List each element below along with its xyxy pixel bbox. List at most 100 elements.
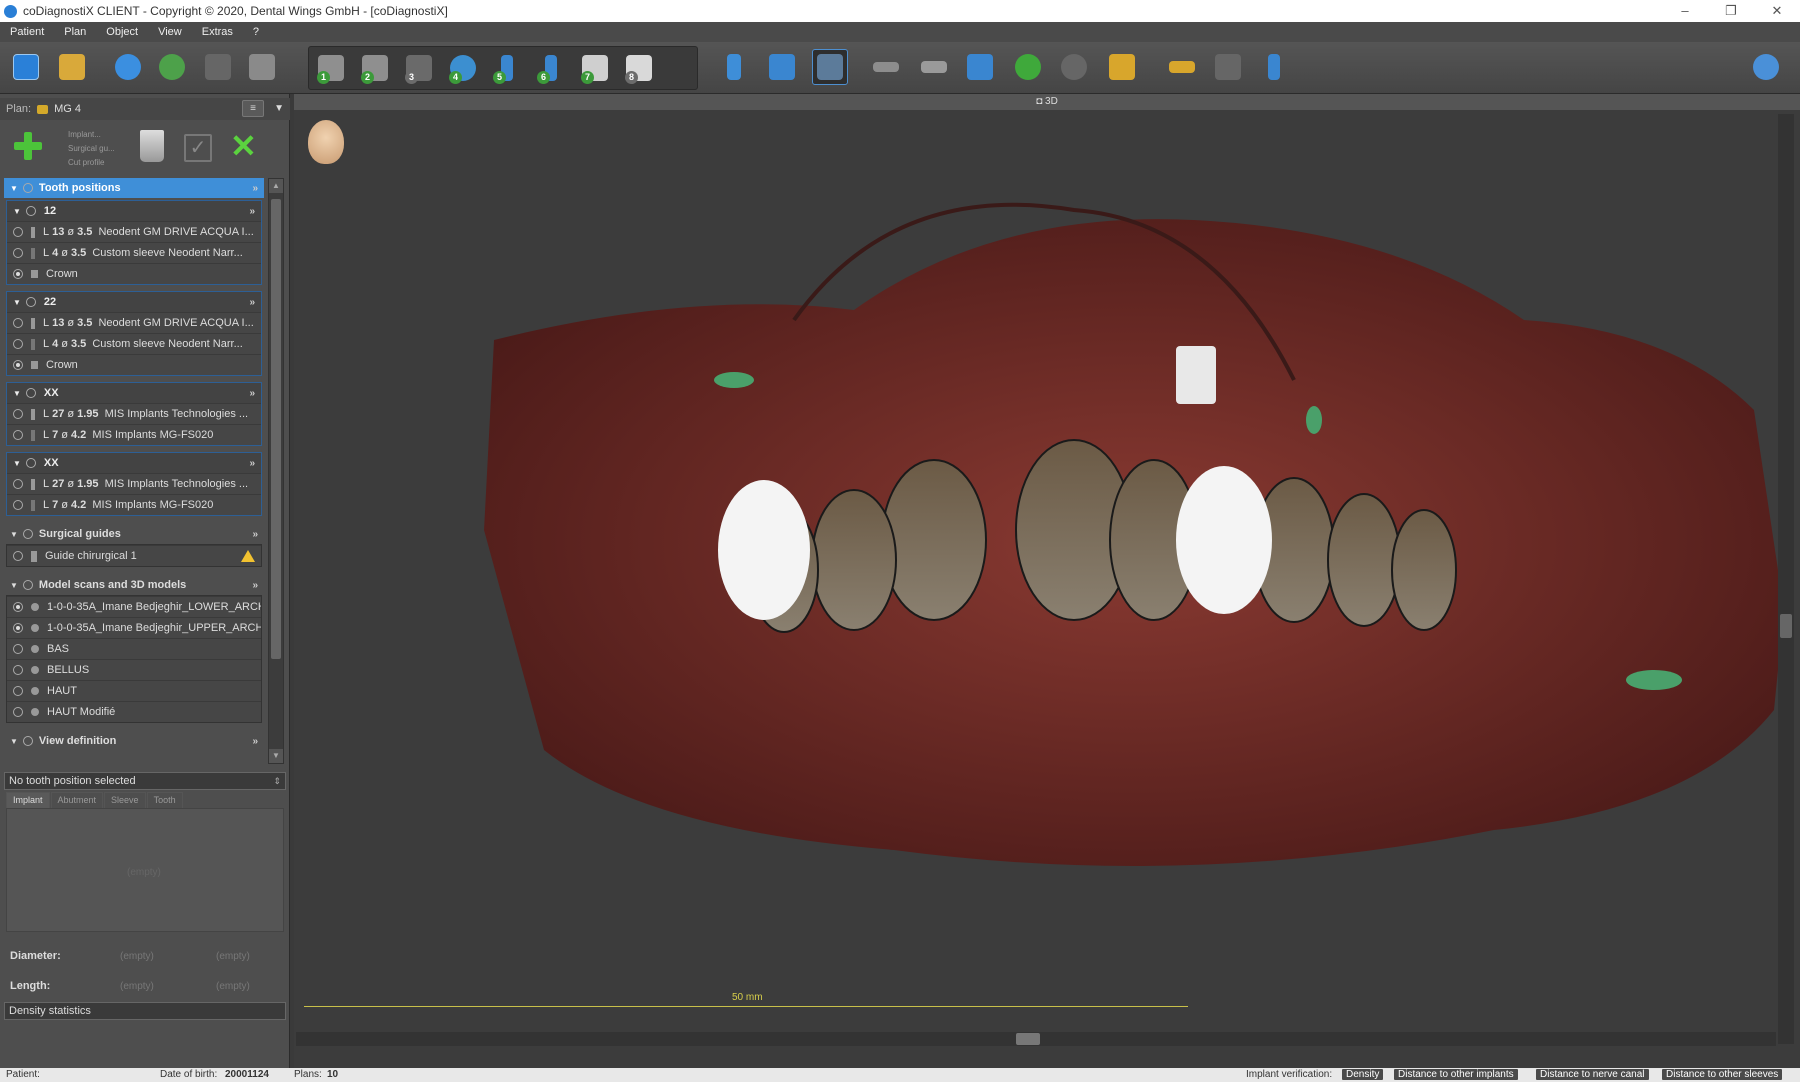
step-4-button[interactable]: 4 — [445, 50, 481, 86]
crown-row[interactable]: Crown — [7, 354, 261, 375]
distance-implants-button[interactable]: Distance to other implants — [1394, 1069, 1518, 1080]
step-5-button[interactable]: 5 — [489, 50, 525, 86]
step-1-button[interactable]: 1 — [313, 50, 349, 86]
viewport-horizontal-scrollbar[interactable] — [296, 1032, 1776, 1046]
menu-extras[interactable]: Extras — [192, 26, 243, 38]
tree-scrollbar[interactable]: ▲ ▼ — [268, 178, 284, 764]
tooth-position-select[interactable]: No tooth position selected ⇕ — [4, 772, 286, 790]
visibility-icon[interactable] — [22, 183, 33, 193]
expand-all-icon[interactable]: » — [249, 206, 255, 217]
visibility-radio[interactable] — [13, 360, 23, 370]
sleeve-row[interactable]: L 4 ø 3.5 Custom sleeve Neodent Narr... — [7, 333, 261, 354]
distance-nerve-button[interactable]: Distance to nerve canal — [1536, 1069, 1649, 1080]
visibility-radio[interactable] — [13, 430, 23, 440]
step-8-button[interactable]: 8 — [621, 50, 657, 86]
sleeve-row[interactable]: L 7 ø 4.2 MIS Implants MG-FS020 — [7, 494, 261, 515]
remove-icon[interactable]: ✕ — [230, 130, 257, 162]
implant-row[interactable]: L 13 ø 3.5 Neodent GM DRIVE ACQUA I... — [7, 312, 261, 333]
plan-selector[interactable]: Plan: MG 4 ≡ ▼ — [0, 98, 290, 120]
measure-button[interactable] — [868, 49, 904, 85]
menu-patient[interactable]: Patient — [0, 26, 54, 38]
restore-button[interactable]: ❐ — [1708, 0, 1754, 22]
panoramic-curve-toggle[interactable] — [812, 49, 848, 85]
scroll-up-icon[interactable]: ▲ — [269, 179, 283, 193]
visibility-icon[interactable] — [25, 458, 36, 468]
collapse-triangle-icon[interactable]: ▼ — [10, 184, 18, 193]
expand-all-icon[interactable]: » — [249, 297, 255, 308]
diameter-value-1[interactable]: (empty) — [120, 951, 154, 962]
density-button[interactable]: Density — [1342, 1069, 1384, 1080]
collapse-triangle-icon[interactable]: ▼ — [13, 298, 21, 307]
tools-button[interactable] — [1104, 49, 1140, 85]
model-row[interactable]: HAUT Modifié — [7, 701, 261, 722]
model-row[interactable]: BAS — [7, 638, 261, 659]
plan-list-button[interactable]: ≡ — [242, 100, 264, 117]
visibility-radio[interactable] — [13, 248, 23, 258]
trash-icon[interactable] — [140, 130, 164, 162]
warning-icon[interactable] — [241, 550, 255, 562]
viewport-3d[interactable]: ◘ 3D 50 mm — [294, 94, 1800, 1076]
visibility-radio[interactable] — [13, 602, 23, 612]
visibility-radio[interactable] — [13, 551, 23, 561]
step-3-button[interactable]: 3 — [401, 50, 437, 86]
section-surgical-guides[interactable]: ▼ Surgical guides » — [4, 524, 264, 544]
viewport-hscroll-thumb[interactable] — [1016, 1033, 1040, 1045]
visibility-radio[interactable] — [13, 339, 23, 349]
sleeve-row[interactable]: L 4 ø 3.5 Custom sleeve Neodent Narr... — [7, 242, 261, 263]
open-folder-button[interactable] — [54, 49, 90, 85]
visibility-radio[interactable] — [13, 318, 23, 328]
implant-settings-button[interactable] — [1256, 49, 1292, 85]
add-implant-option[interactable]: Implant... — [68, 128, 115, 142]
visibility-icon[interactable] — [22, 580, 33, 590]
step-6-button[interactable]: 6 — [533, 50, 569, 86]
tab-tooth[interactable]: Tooth — [146, 792, 183, 808]
implant-row[interactable]: L 27 ø 1.95 MIS Implants Technologies ... — [7, 403, 261, 424]
delete-measure-button[interactable] — [916, 49, 952, 85]
select-object-button[interactable] — [764, 49, 800, 85]
visibility-radio[interactable] — [13, 500, 23, 510]
viewport-vertical-scrollbar[interactable] — [1778, 114, 1794, 1044]
sleeve-row[interactable]: L 7 ø 4.2 MIS Implants MG-FS020 — [7, 424, 261, 445]
visibility-icon[interactable] — [22, 736, 33, 746]
distance-sleeves-button[interactable]: Distance to other sleeves — [1662, 1069, 1783, 1080]
scroll-down-icon[interactable]: ▼ — [269, 749, 283, 763]
implant-row[interactable]: L 13 ø 3.5 Neodent GM DRIVE ACQUA I... — [7, 221, 261, 242]
section-view-definition[interactable]: ▼ View definition » — [4, 731, 264, 751]
model-row[interactable]: 1-0-0-35A_Imane Bedjeghir_UPPER_ARCH — [7, 617, 261, 638]
tooth-group-header[interactable]: ▼ 12 » — [7, 201, 261, 221]
help-button[interactable] — [1748, 49, 1784, 85]
expand-all-icon[interactable]: » — [252, 183, 258, 194]
tab-abutment[interactable]: Abutment — [50, 792, 104, 808]
view-cube-button[interactable] — [962, 49, 998, 85]
visibility-radio[interactable] — [13, 686, 23, 696]
visibility-radio[interactable] — [13, 269, 23, 279]
model-row[interactable]: HAUT — [7, 680, 261, 701]
tab-implant[interactable]: Implant — [6, 792, 50, 808]
crown-row[interactable]: Crown — [7, 263, 261, 284]
collapse-triangle-icon[interactable]: ▼ — [10, 737, 18, 746]
plan-dropdown-arrow[interactable]: ▼ — [274, 100, 284, 117]
section-tooth-positions[interactable]: ▼ Tooth positions » — [4, 178, 264, 198]
osteotomy-button[interactable] — [1210, 49, 1246, 85]
visibility-radio[interactable] — [13, 479, 23, 489]
collapse-triangle-icon[interactable]: ▼ — [10, 581, 18, 590]
visibility-radio[interactable] — [13, 623, 23, 633]
visibility-radio[interactable] — [13, 227, 23, 237]
close-button[interactable]: ✕ — [1754, 0, 1800, 22]
length-value-2[interactable]: (empty) — [216, 981, 250, 992]
model-button[interactable] — [244, 49, 280, 85]
menu-plan[interactable]: Plan — [54, 26, 96, 38]
tooth-group-header[interactable]: ▼ 22 » — [7, 292, 261, 312]
collapse-triangle-icon[interactable]: ▼ — [13, 389, 21, 398]
undo-button[interactable] — [1010, 49, 1046, 85]
visibility-radio[interactable] — [13, 665, 23, 675]
collapse-triangle-icon[interactable]: ▼ — [13, 459, 21, 468]
density-statistics-select[interactable]: Density statistics — [4, 1002, 286, 1020]
add-cut-profile-option[interactable]: Cut profile — [68, 156, 115, 170]
collapse-triangle-icon[interactable]: ▼ — [10, 530, 18, 539]
expand-all-icon[interactable]: » — [252, 580, 258, 591]
visibility-radio[interactable] — [13, 707, 23, 717]
add-object-button[interactable] — [14, 132, 42, 160]
drill-button[interactable] — [1164, 49, 1200, 85]
add-implant-button[interactable] — [716, 49, 752, 85]
